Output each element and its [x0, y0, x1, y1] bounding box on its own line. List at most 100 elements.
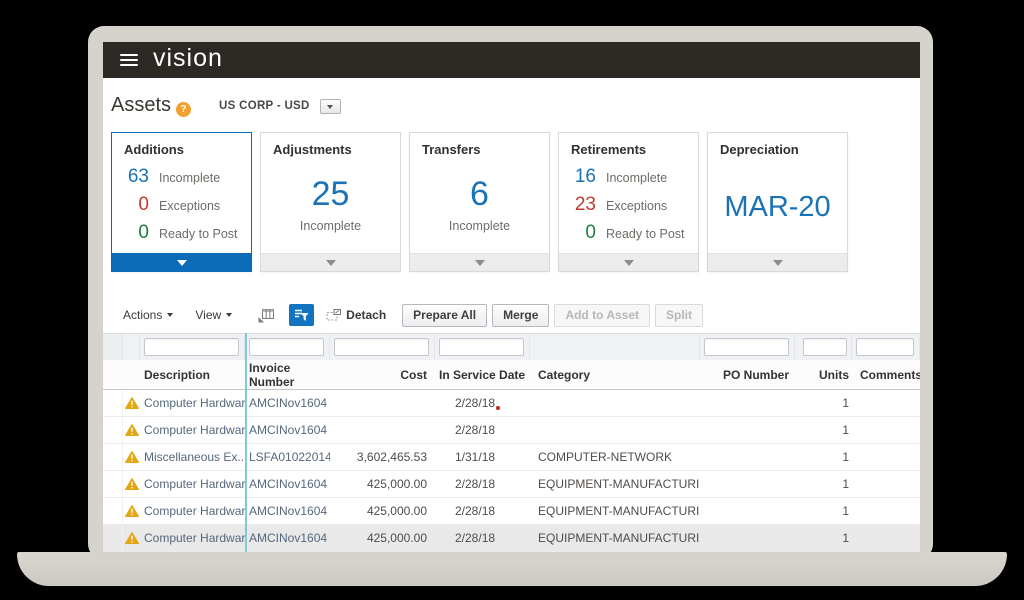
cell-units: 1	[795, 477, 852, 491]
cell-units: 1	[795, 423, 852, 437]
cell-description[interactable]: Computer Hardware	[144, 504, 245, 518]
cell-description[interactable]: Computer Hardware	[144, 477, 245, 491]
col-header-units[interactable]: Units	[795, 368, 852, 382]
stat-value[interactable]: 0	[112, 194, 149, 216]
card-transfers[interactable]: Transfers 6 Incomplete	[409, 132, 550, 272]
col-header-po[interactable]: PO Number	[700, 368, 795, 382]
table-row[interactable]: Computer Hardware AMCINov1604 2/28/18 1	[103, 417, 920, 444]
actions-menu[interactable]: Actions	[123, 308, 173, 322]
stat-label: Ready to Post	[159, 227, 238, 241]
row-header-cell[interactable]	[103, 444, 123, 470]
cell-invoice[interactable]: AMCINov1604	[249, 531, 327, 545]
table-row[interactable]: Computer Hardware AMCINov1604 425,000.00…	[103, 471, 920, 498]
row-header-cell[interactable]	[103, 498, 123, 524]
filter-date-input[interactable]	[439, 338, 524, 356]
warning-icon	[125, 478, 139, 490]
row-header-cell[interactable]	[103, 471, 123, 497]
stat-label: Exceptions	[606, 199, 667, 213]
business-unit-dropdown[interactable]	[320, 99, 341, 114]
filter-po-input[interactable]	[704, 338, 789, 356]
filter-description-input[interactable]	[144, 338, 239, 356]
detach-button[interactable]: Detach	[326, 308, 386, 322]
cell-invoice[interactable]: AMCINov1604	[249, 477, 327, 491]
table-row[interactable]: Computer Hardware AMCINov1604 425,000.00…	[103, 498, 920, 525]
cell-description[interactable]: Computer Hardware	[144, 396, 245, 410]
card-expand-button[interactable]	[112, 253, 251, 271]
app-logo: vision	[153, 44, 223, 73]
table-row[interactable]: Miscellaneous Ex... LSFA01022014 3,602,4…	[103, 444, 920, 471]
card-value-label: Incomplete	[261, 219, 400, 233]
card-adjustments[interactable]: Adjustments 25 Incomplete	[260, 132, 401, 272]
card-additions[interactable]: Additions 63Incomplete 0Exceptions 0Read…	[111, 132, 252, 272]
actions-menu-label: Actions	[123, 308, 162, 322]
merge-button[interactable]: Merge	[492, 304, 549, 327]
filter-category-cell	[530, 334, 700, 360]
card-retirements[interactable]: Retirements 16Incomplete 23Exceptions 0R…	[558, 132, 699, 272]
card-expand-button[interactable]	[559, 253, 698, 271]
card-expand-icon	[773, 260, 783, 266]
cell-description[interactable]: Computer Hardware	[144, 423, 245, 437]
chevron-down-icon	[167, 313, 173, 317]
cell-invoice[interactable]: AMCINov1604	[249, 396, 327, 410]
col-header-description[interactable]: Description	[140, 368, 245, 382]
cell-units: 1	[795, 504, 852, 518]
table-row-selected[interactable]: Computer Hardware AMCINov1604 425,000.00…	[103, 525, 920, 552]
col-header-cost[interactable]: Cost	[330, 368, 435, 382]
table-header-row: Description Invoice Number Cost In Servi…	[103, 360, 920, 390]
card-title: Transfers	[422, 142, 549, 157]
card-value[interactable]: MAR-20	[708, 191, 847, 224]
warning-icon	[125, 397, 139, 409]
row-header-cell[interactable]	[103, 390, 123, 416]
stat-value[interactable]: 0	[559, 222, 596, 244]
table-toolbar: Actions View Detach Prepare All Merge Ad…	[103, 300, 920, 330]
col-header-category[interactable]: Category	[530, 368, 700, 382]
cell-date: 2/28/18	[455, 477, 495, 491]
card-depreciation[interactable]: Depreciation MAR-20	[707, 132, 848, 272]
card-expand-icon	[475, 260, 485, 266]
filter-cost-input[interactable]	[334, 338, 429, 356]
col-header-comments[interactable]: Comments	[852, 368, 920, 382]
table-filter-row	[103, 333, 920, 360]
cell-units: 1	[795, 531, 852, 545]
prepare-all-button[interactable]: Prepare All	[402, 304, 487, 327]
cell-date: 1/31/18	[455, 450, 495, 464]
cell-cost: 3,602,465.53	[330, 450, 435, 464]
card-expand-button[interactable]	[708, 253, 847, 271]
cell-invoice[interactable]: LSFA01022014	[249, 450, 330, 464]
table-row[interactable]: Computer Hardware AMCINov1604 2/28/18 1	[103, 390, 920, 417]
card-title: Retirements	[571, 142, 698, 157]
cell-category: COMPUTER-NETWORK	[530, 450, 700, 464]
warning-icon	[125, 451, 139, 463]
cell-units: 1	[795, 396, 852, 410]
col-header-date[interactable]: In Service Date	[435, 368, 530, 382]
stat-value[interactable]: 0	[112, 222, 149, 244]
filter-invoice-input[interactable]	[249, 338, 324, 356]
cell-invoice[interactable]: AMCINov1604	[249, 504, 327, 518]
cell-description[interactable]: Miscellaneous Ex...	[144, 450, 245, 464]
freeze-icon[interactable]	[258, 308, 275, 323]
stat-value[interactable]: 63	[112, 166, 149, 188]
chevron-down-icon	[226, 313, 232, 317]
hamburger-icon[interactable]	[120, 54, 138, 66]
detach-label: Detach	[346, 308, 386, 322]
filter-comments-input[interactable]	[856, 338, 914, 356]
help-icon[interactable]: ?	[176, 102, 191, 117]
frozen-column-divider[interactable]	[245, 333, 247, 552]
card-expand-button[interactable]	[261, 253, 400, 271]
cell-description[interactable]: Computer Hardware	[144, 531, 245, 545]
card-value[interactable]: 6	[410, 175, 549, 214]
card-value[interactable]: 25	[261, 175, 400, 214]
row-header-cell[interactable]	[103, 525, 123, 551]
cell-invoice[interactable]: AMCINov1604	[249, 423, 327, 437]
warning-icon	[125, 505, 139, 517]
stat-value[interactable]: 16	[559, 166, 596, 188]
row-header-cell[interactable]	[103, 417, 123, 443]
stat-value[interactable]: 23	[559, 194, 596, 216]
view-menu[interactable]: View	[195, 308, 232, 322]
card-title: Depreciation	[720, 142, 847, 157]
card-expand-button[interactable]	[410, 253, 549, 271]
filter-units-input[interactable]	[803, 338, 847, 356]
col-header-invoice[interactable]: Invoice Number	[245, 361, 330, 389]
query-by-example-button[interactable]	[289, 304, 314, 326]
cell-date: 2/28/18	[455, 396, 495, 410]
